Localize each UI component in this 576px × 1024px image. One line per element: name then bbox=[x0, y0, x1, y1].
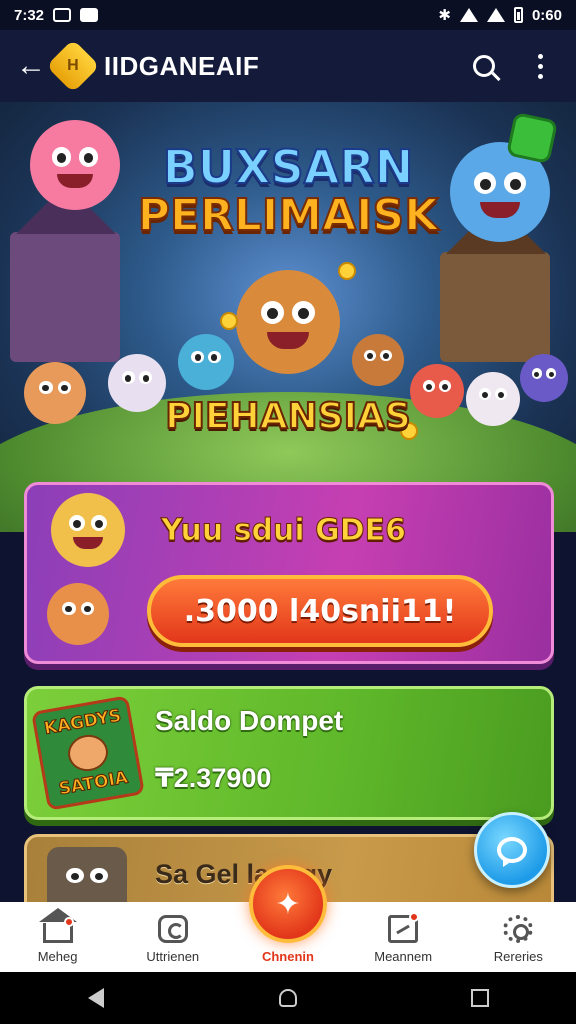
status-right: ✱ 0:60 bbox=[438, 6, 562, 25]
bottom-nav: Meheg Uttrienen ✦ Chnenin Meannem Rereri… bbox=[0, 865, 576, 972]
nav-item-games[interactable]: Uttrienen bbox=[123, 915, 223, 964]
status-time-left: 7:32 bbox=[14, 6, 45, 24]
app-bar: ← H IIDGANEAIF bbox=[0, 30, 576, 102]
status-bar: 7:32 ✱ 0:60 bbox=[0, 0, 576, 30]
back-triangle-icon bbox=[88, 988, 104, 1008]
search-icon bbox=[473, 55, 495, 77]
search-button[interactable] bbox=[464, 46, 504, 86]
gear-icon bbox=[503, 915, 534, 943]
wallet-card[interactable]: KAGDYS SATOIA Saldo Dompet ₸2.37900 bbox=[24, 686, 554, 820]
app-logo: H bbox=[46, 39, 100, 93]
system-back-button[interactable] bbox=[76, 978, 116, 1018]
wallet-balance: ₸2.37900 bbox=[155, 763, 272, 793]
nav-item-center[interactable]: ✦ Chnenin bbox=[238, 865, 338, 964]
character-7 bbox=[520, 354, 568, 402]
app-title: IIDGANEAIF bbox=[104, 50, 260, 81]
hero-title-2: PERLIMAISK bbox=[137, 189, 440, 242]
message-icon bbox=[80, 8, 99, 22]
nav-label-settings: Rereries bbox=[493, 949, 543, 964]
chat-fab-button[interactable] bbox=[474, 812, 550, 888]
wallet-badge: KAGDYS SATOIA bbox=[31, 695, 145, 811]
nav-item-tasks[interactable]: Meannem bbox=[353, 912, 453, 964]
coin-icon bbox=[220, 312, 238, 330]
nav-label-games: Uttrienen bbox=[146, 949, 200, 964]
notification-dot bbox=[409, 912, 420, 922]
bluetooth-icon: ✱ bbox=[438, 7, 451, 24]
nav-label-home: Meheg bbox=[37, 949, 78, 964]
nav-label-center: Chnenin bbox=[261, 949, 314, 964]
wallet-title: Saldo Dompet bbox=[155, 705, 344, 736]
promo-card[interactable]: Yuu sdui GDE6 .3000 l40snii11! bbox=[24, 482, 554, 664]
more-vert-icon bbox=[537, 53, 543, 79]
signal-icon bbox=[486, 8, 505, 22]
notification-dot bbox=[63, 917, 74, 927]
promo-title: Yuu sdui GDE6 bbox=[160, 513, 407, 549]
wallet-badge-top: KAGDYS bbox=[42, 705, 123, 740]
battery-icon bbox=[513, 7, 523, 23]
wallet-badge-bottom: SATOIA bbox=[57, 767, 130, 800]
main-character bbox=[236, 270, 340, 374]
app-logo-glyph: H bbox=[67, 57, 79, 74]
promo-character-icon bbox=[51, 493, 125, 567]
back-arrow-icon[interactable]: ← bbox=[16, 51, 50, 81]
house-left bbox=[10, 232, 120, 362]
home-icon bbox=[38, 908, 77, 943]
nav-item-settings[interactable]: Rereries bbox=[468, 915, 568, 964]
character-2 bbox=[352, 334, 404, 386]
coin-icon bbox=[338, 262, 356, 280]
status-left: 7:32 bbox=[14, 6, 99, 24]
task-icon bbox=[388, 912, 420, 943]
system-recents-button[interactable] bbox=[460, 978, 500, 1018]
wallet-character-icon bbox=[65, 731, 111, 775]
status-time-right: 0:60 bbox=[531, 6, 562, 24]
system-nav-bar bbox=[0, 972, 576, 1024]
house-right bbox=[440, 252, 550, 362]
system-home-button[interactable] bbox=[268, 978, 308, 1018]
promo-character-2-icon bbox=[47, 583, 109, 645]
center-play-icon: ✦ bbox=[248, 865, 327, 943]
hero-banner[interactable]: BUXSARN PERLIMAISK PIEHANSIAS bbox=[0, 102, 576, 532]
recents-square-icon bbox=[471, 989, 489, 1007]
home-circle-icon bbox=[279, 989, 297, 1007]
nav-item-home[interactable]: Meheg bbox=[8, 908, 108, 964]
character-1 bbox=[178, 334, 234, 390]
chat-icon bbox=[497, 837, 527, 867]
hero-subtitle: PIEHANSIAS bbox=[164, 395, 412, 438]
game-icon bbox=[157, 915, 188, 943]
hero-title-1: BUXSARN bbox=[162, 139, 415, 195]
notification-icon bbox=[53, 8, 72, 22]
nav-label-tasks: Meannem bbox=[374, 949, 433, 964]
more-menu-button[interactable] bbox=[520, 46, 560, 86]
promo-claim-button[interactable]: .3000 l40snii11! bbox=[147, 575, 493, 647]
wifi-icon bbox=[459, 8, 478, 22]
